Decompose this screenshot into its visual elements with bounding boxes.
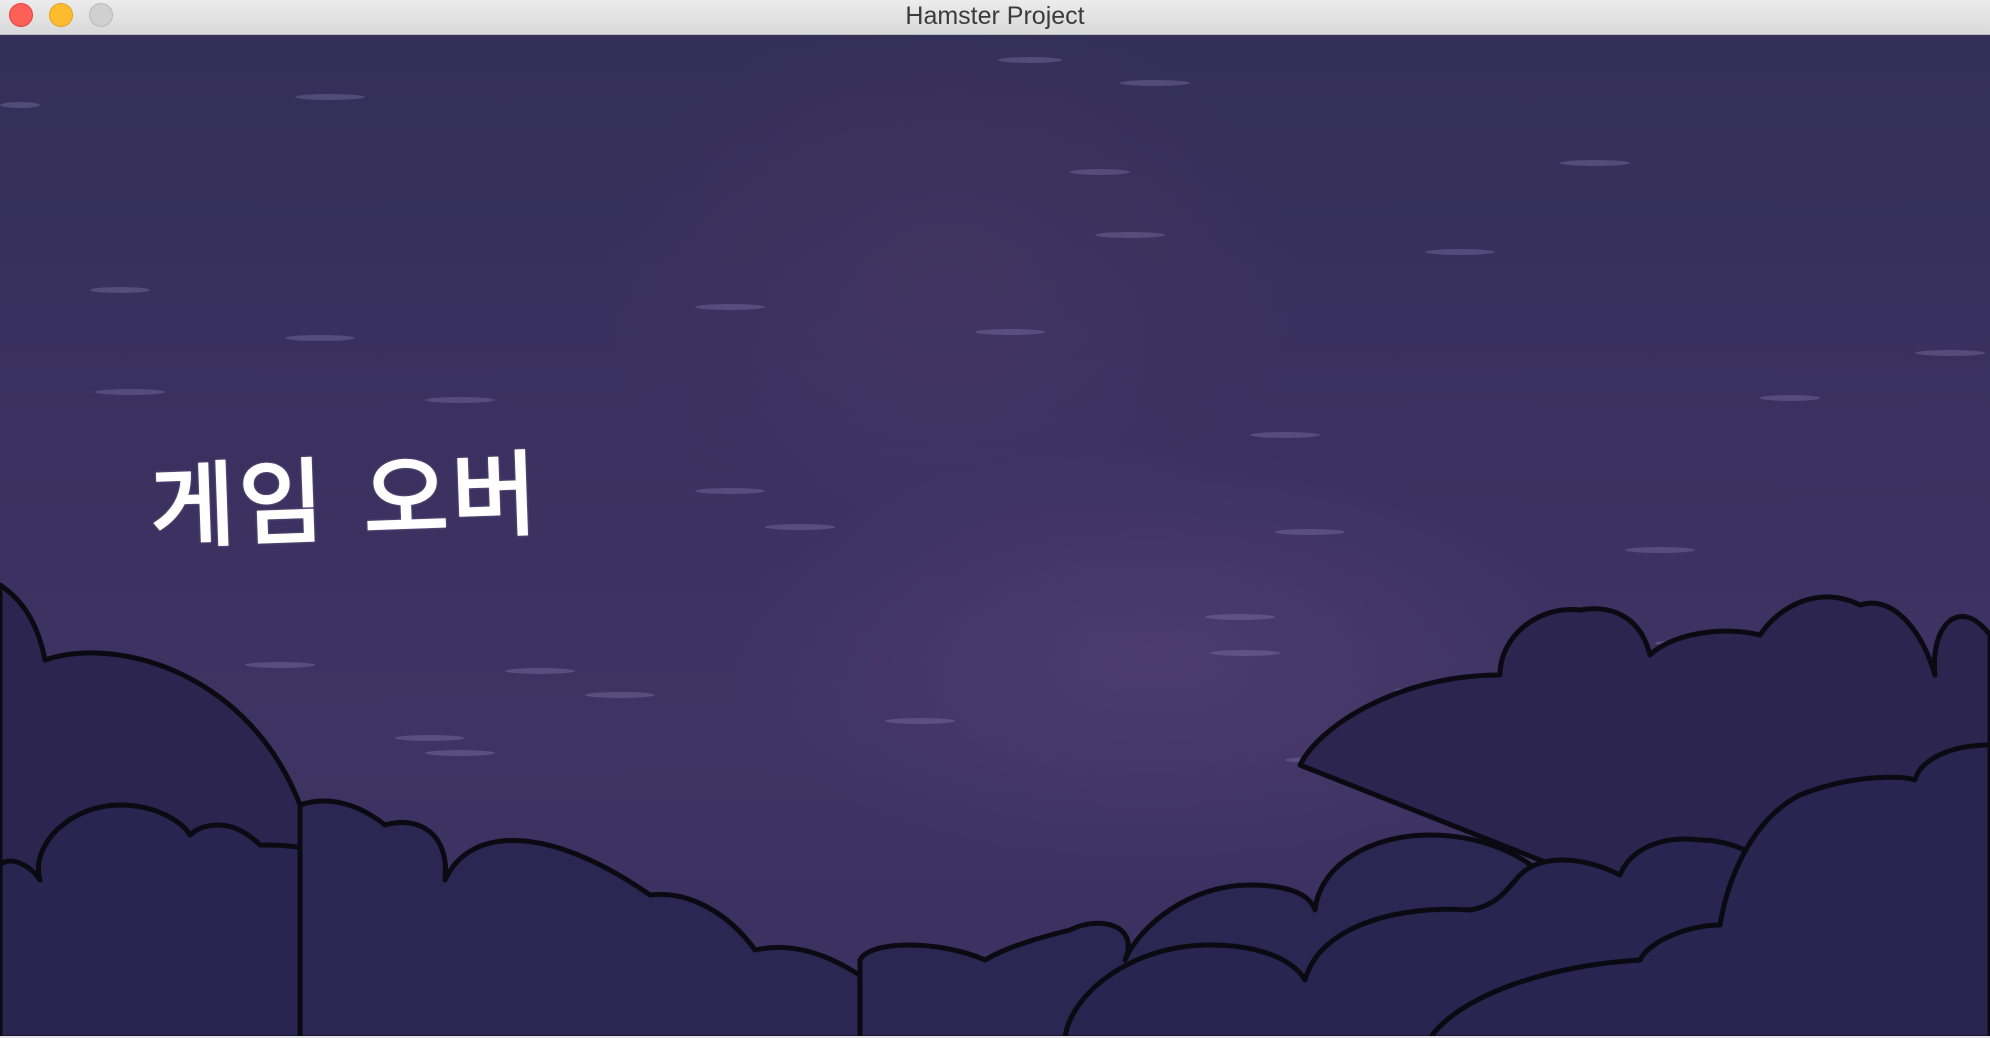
window-title: Hamster Project xyxy=(905,2,1085,30)
title-bar[interactable]: Hamster Project xyxy=(0,0,1990,35)
cloud-bottom-middle-left xyxy=(297,798,938,1038)
game-over-text: 게임 오버 xyxy=(148,441,543,562)
app-window: Hamster Project 게임 오버 xyxy=(0,0,1990,1038)
game-canvas[interactable]: 게임 오버 xyxy=(0,35,1990,1038)
